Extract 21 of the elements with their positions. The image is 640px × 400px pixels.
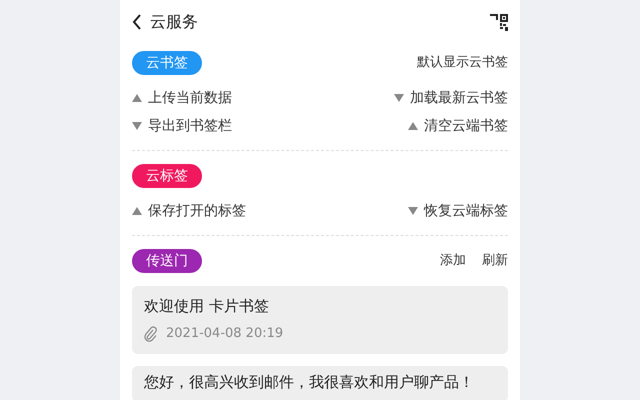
upload-action-link[interactable]: 清空云端书签 [408, 116, 508, 136]
section-label-pill: 云标签 [132, 164, 202, 188]
text-link[interactable]: 默认显示云书签 [417, 53, 508, 73]
message-card[interactable]: 您好，很高兴收到邮件，我很喜欢和用户聊产品！ [132, 366, 508, 400]
section-label-pill: 传送门 [132, 249, 202, 273]
text-link[interactable]: 刷新 [482, 251, 508, 271]
upload-action-link[interactable]: 上传当前数据 [132, 88, 232, 108]
download-action-link[interactable]: 恢复云端标签 [408, 200, 508, 222]
card-text: 欢迎使用 卡片书签 [144, 296, 270, 316]
upload-action-link[interactable]: 保存打开的标签 [132, 200, 246, 222]
back-icon[interactable] [132, 14, 142, 30]
paperclip-icon [144, 326, 158, 342]
download-action-link[interactable]: 导出到书签栏 [132, 116, 232, 136]
text-link[interactable]: 添加 [440, 251, 466, 271]
qr-code-icon[interactable] [490, 13, 508, 31]
page-title: 云服务 [150, 11, 198, 33]
section-label-pill: 云书签 [132, 51, 202, 75]
card-text: 您好，很高兴收到邮件，我很喜欢和用户聊产品！ [144, 372, 475, 392]
download-action-link[interactable]: 加载最新云书签 [394, 88, 508, 108]
message-card[interactable]: 欢迎使用 卡片书签 2021-04-08 20:19 [132, 286, 508, 354]
card-timestamp: 2021-04-08 20:19 [166, 325, 284, 343]
